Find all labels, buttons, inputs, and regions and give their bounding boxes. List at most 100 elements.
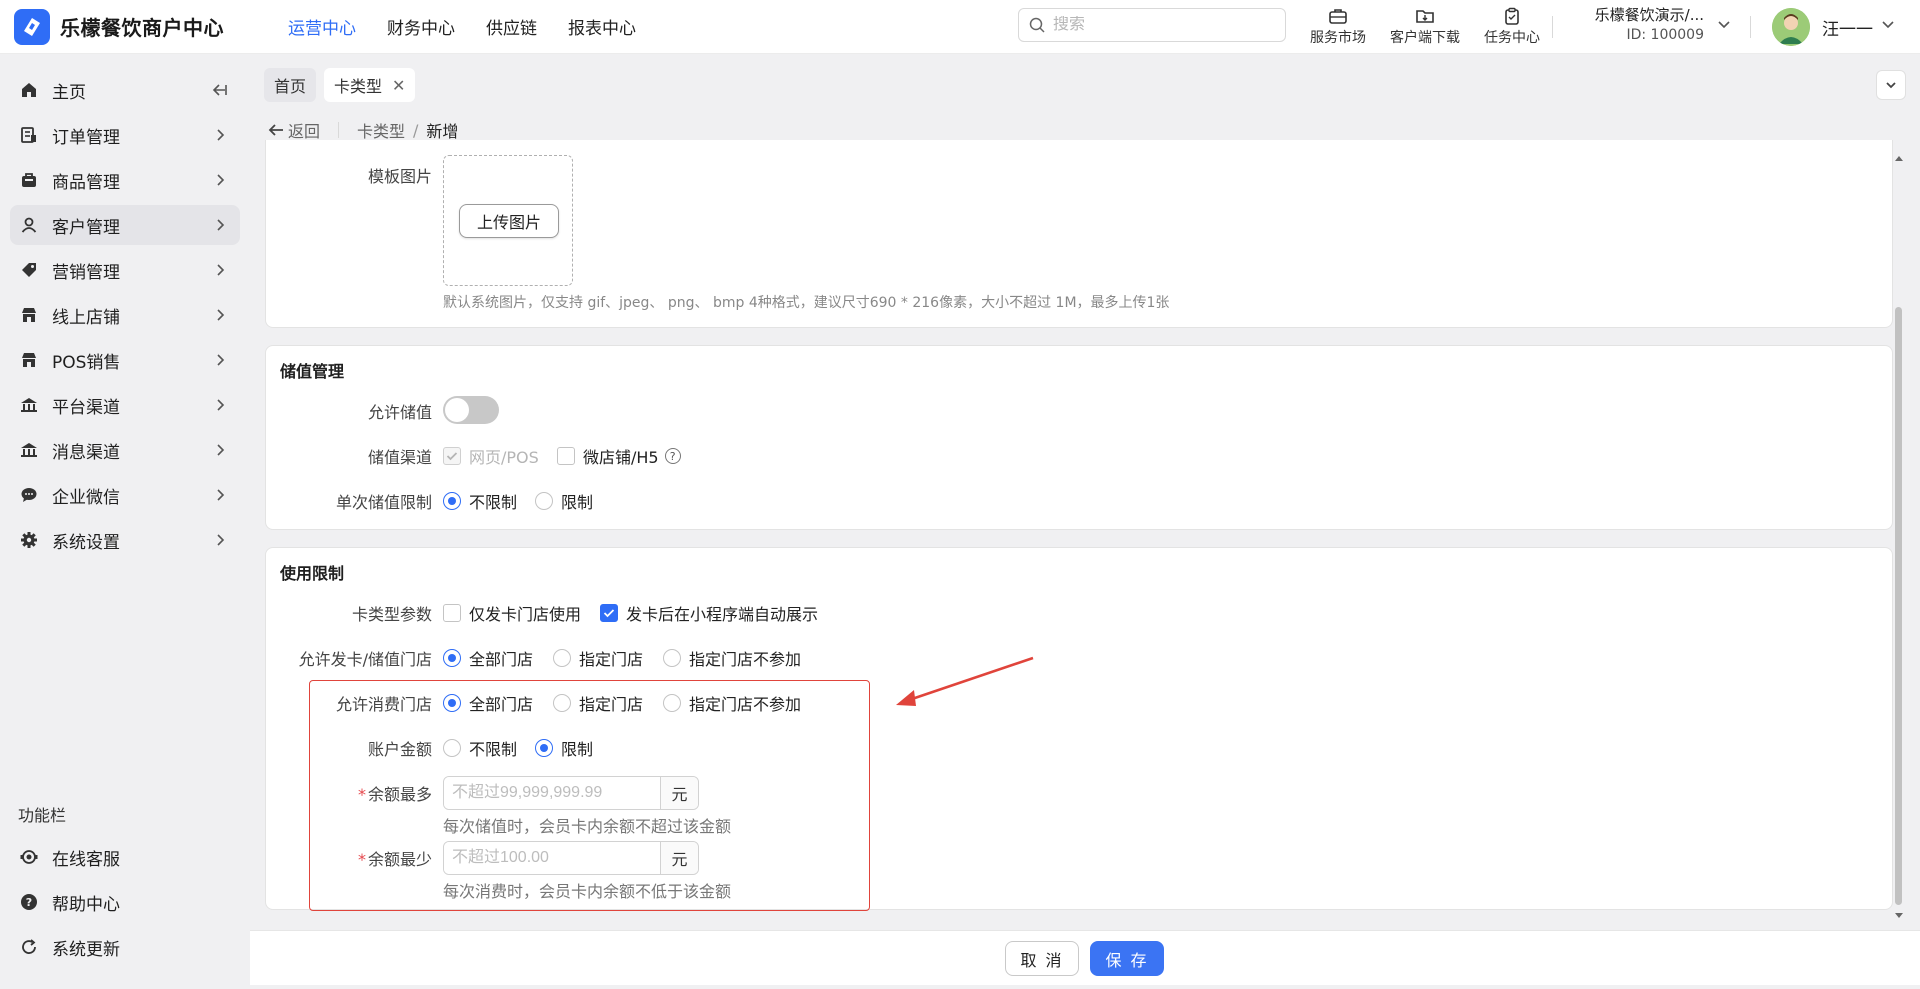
consume-store-specified-radio[interactable]: 指定门店 bbox=[553, 691, 643, 715]
single-limit-limited-radio[interactable]: 限制 bbox=[535, 489, 593, 513]
collapse-sidebar-icon[interactable] bbox=[210, 82, 228, 98]
image-upload-area[interactable]: 上传图片 bbox=[443, 155, 573, 286]
sidebar-item-label: 营销管理 bbox=[52, 262, 120, 283]
tabs-menu-button[interactable] bbox=[1876, 70, 1906, 100]
consume-store-all-radio[interactable]: 全部门店 bbox=[443, 691, 533, 715]
balance-unlimited-radio[interactable]: 不限制 bbox=[443, 736, 517, 760]
max-balance-input[interactable] bbox=[444, 777, 660, 809]
issue-store-exclude-radio[interactable]: 指定门店不参加 bbox=[663, 646, 801, 670]
back-button[interactable]: 返回 bbox=[268, 118, 320, 142]
sidebar-item-online-store[interactable]: 线上店铺 bbox=[10, 295, 240, 335]
breadcrumb-current: 新增 bbox=[426, 122, 459, 141]
upload-image-button[interactable]: 上传图片 bbox=[459, 204, 559, 238]
issue-store-only-checkbox[interactable]: 仅发卡门店使用 bbox=[443, 601, 581, 625]
sidebar-item-products[interactable]: 商品管理 bbox=[10, 160, 240, 200]
channel-web-pos-checkbox: 网页/POS bbox=[443, 444, 539, 468]
sidebar-item-customers[interactable]: 客户管理 bbox=[10, 205, 240, 245]
account-balance-label: 账户金额 bbox=[367, 740, 432, 759]
sidebar-item-label: 企业微信 bbox=[52, 487, 120, 508]
template-image-label: 模板图片 bbox=[367, 167, 432, 186]
radio-label: 不限制 bbox=[469, 740, 518, 759]
save-button[interactable]: 保 存 bbox=[1090, 941, 1164, 976]
chevron-right-icon bbox=[217, 309, 225, 321]
scroll-thumb[interactable] bbox=[1895, 307, 1902, 905]
checkbox-box bbox=[443, 447, 461, 465]
search-icon bbox=[1029, 17, 1045, 33]
chevron-right-icon bbox=[217, 129, 225, 141]
sidebar-item-message-channels[interactable]: 消息渠道 bbox=[10, 430, 240, 470]
page-tabs: 首页 卡类型 ✕ bbox=[264, 68, 423, 102]
chevron-down-icon[interactable] bbox=[1716, 16, 1732, 32]
sidebar-item-system-update[interactable]: 系统更新 bbox=[10, 927, 240, 967]
single-limit-unlimited-radio[interactable]: 不限制 bbox=[443, 489, 517, 513]
scroll-up-icon[interactable] bbox=[1894, 154, 1904, 162]
tab-card-type[interactable]: 卡类型 ✕ bbox=[324, 68, 416, 102]
min-balance-unit: 元 bbox=[660, 842, 698, 874]
chevron-right-icon bbox=[217, 489, 225, 501]
task-center-button[interactable]: 任务中心 bbox=[1484, 7, 1540, 47]
sidebar-item-label: 主页 bbox=[52, 82, 86, 103]
service-market-button[interactable]: 服务市场 bbox=[1310, 7, 1366, 47]
avatar[interactable] bbox=[1772, 8, 1810, 46]
sidebar-item-label: 系统设置 bbox=[52, 532, 120, 553]
check-icon bbox=[446, 452, 458, 461]
chevron-right-icon bbox=[217, 444, 225, 456]
pos-store-icon bbox=[22, 353, 36, 367]
sidebar-item-platform-channels[interactable]: 平台渠道 bbox=[10, 385, 240, 425]
cancel-button[interactable]: 取 消 bbox=[1005, 941, 1079, 976]
chevron-down-icon bbox=[1886, 82, 1896, 89]
check-icon bbox=[603, 609, 615, 618]
min-balance-input[interactable] bbox=[444, 842, 660, 874]
consume-store-exclude-radio[interactable]: 指定门店不参加 bbox=[663, 691, 801, 715]
max-balance-unit: 元 bbox=[660, 777, 698, 809]
radio-label: 指定门店 bbox=[579, 695, 644, 714]
close-icon[interactable]: ✕ bbox=[392, 76, 405, 95]
sidebar-item-orders[interactable]: 订单管理 bbox=[10, 115, 240, 155]
channel-micro-store-checkbox[interactable]: 微店铺/H5 ? bbox=[557, 444, 681, 468]
top-nav-reports[interactable]: 报表中心 bbox=[568, 14, 636, 39]
sidebar-item-online-service[interactable]: 在线客服 bbox=[10, 837, 240, 877]
sidebar-item-wecom[interactable]: 企业微信 bbox=[10, 475, 240, 515]
radio-dot bbox=[553, 649, 571, 667]
auto-display-miniapp-checkbox[interactable]: 发卡后在小程序端自动展示 bbox=[600, 601, 818, 625]
sidebar-item-home[interactable]: 主页 bbox=[10, 70, 240, 110]
top-nav-operations[interactable]: 运营中心 bbox=[288, 14, 356, 39]
top-nav-finance[interactable]: 财务中心 bbox=[387, 14, 455, 39]
top-nav-supply-chain[interactable]: 供应链 bbox=[486, 14, 537, 39]
brand-logo[interactable]: 乐檬餐饮商户中心 bbox=[14, 8, 264, 45]
min-balance-label: * 余额最少 bbox=[272, 846, 432, 870]
chevron-right-icon bbox=[217, 399, 225, 411]
stored-channel-label: 储值渠道 bbox=[367, 448, 432, 467]
question-icon[interactable]: ? bbox=[664, 448, 681, 464]
scroll-down-icon[interactable] bbox=[1894, 912, 1904, 920]
issue-store-all-radio[interactable]: 全部门店 bbox=[443, 646, 533, 670]
sidebar-item-help-center[interactable]: ? 帮助中心 bbox=[10, 882, 240, 922]
search-input[interactable] bbox=[1053, 16, 1273, 34]
issue-store-specified-radio[interactable]: 指定门店 bbox=[553, 646, 643, 670]
content-scrollbar[interactable] bbox=[1893, 152, 1905, 924]
radio-label: 全部门店 bbox=[469, 650, 534, 669]
max-balance-label-text: 余额最多 bbox=[367, 785, 432, 804]
merchant-switcher[interactable]: 乐檬餐饮演示/... ID: 100009 bbox=[1586, 4, 1704, 43]
sidebar-item-pos-sales[interactable]: POS销售 bbox=[10, 340, 240, 380]
user-name[interactable]: 汪一一 bbox=[1822, 15, 1873, 40]
allow-stored-value-toggle[interactable] bbox=[443, 396, 499, 424]
gear-icon bbox=[21, 532, 37, 548]
sidebar-item-marketing[interactable]: 营销管理 bbox=[10, 250, 240, 290]
arrow-left-icon bbox=[268, 124, 283, 136]
tab-label: 首页 bbox=[274, 77, 307, 96]
radio-label: 指定门店不参加 bbox=[689, 695, 802, 714]
chevron-down-icon[interactable] bbox=[1880, 16, 1896, 32]
breadcrumb-parent[interactable]: 卡类型 bbox=[357, 118, 405, 142]
client-download-button[interactable]: 客户端下载 bbox=[1390, 7, 1460, 47]
breadcrumb-separator: / bbox=[413, 120, 419, 140]
radio-label: 限制 bbox=[561, 493, 594, 512]
sidebar-item-system-settings[interactable]: 系统设置 bbox=[10, 520, 240, 560]
chat-icon bbox=[21, 488, 37, 502]
balance-limited-radio[interactable]: 限制 bbox=[535, 736, 593, 760]
bag-icon bbox=[22, 173, 36, 187]
form-footer: 取 消 保 存 bbox=[250, 930, 1920, 985]
tab-home[interactable]: 首页 bbox=[264, 68, 317, 102]
merchant-id: ID: 100009 bbox=[1626, 27, 1704, 43]
brand-name: 乐檬餐饮商户中心 bbox=[60, 16, 224, 40]
